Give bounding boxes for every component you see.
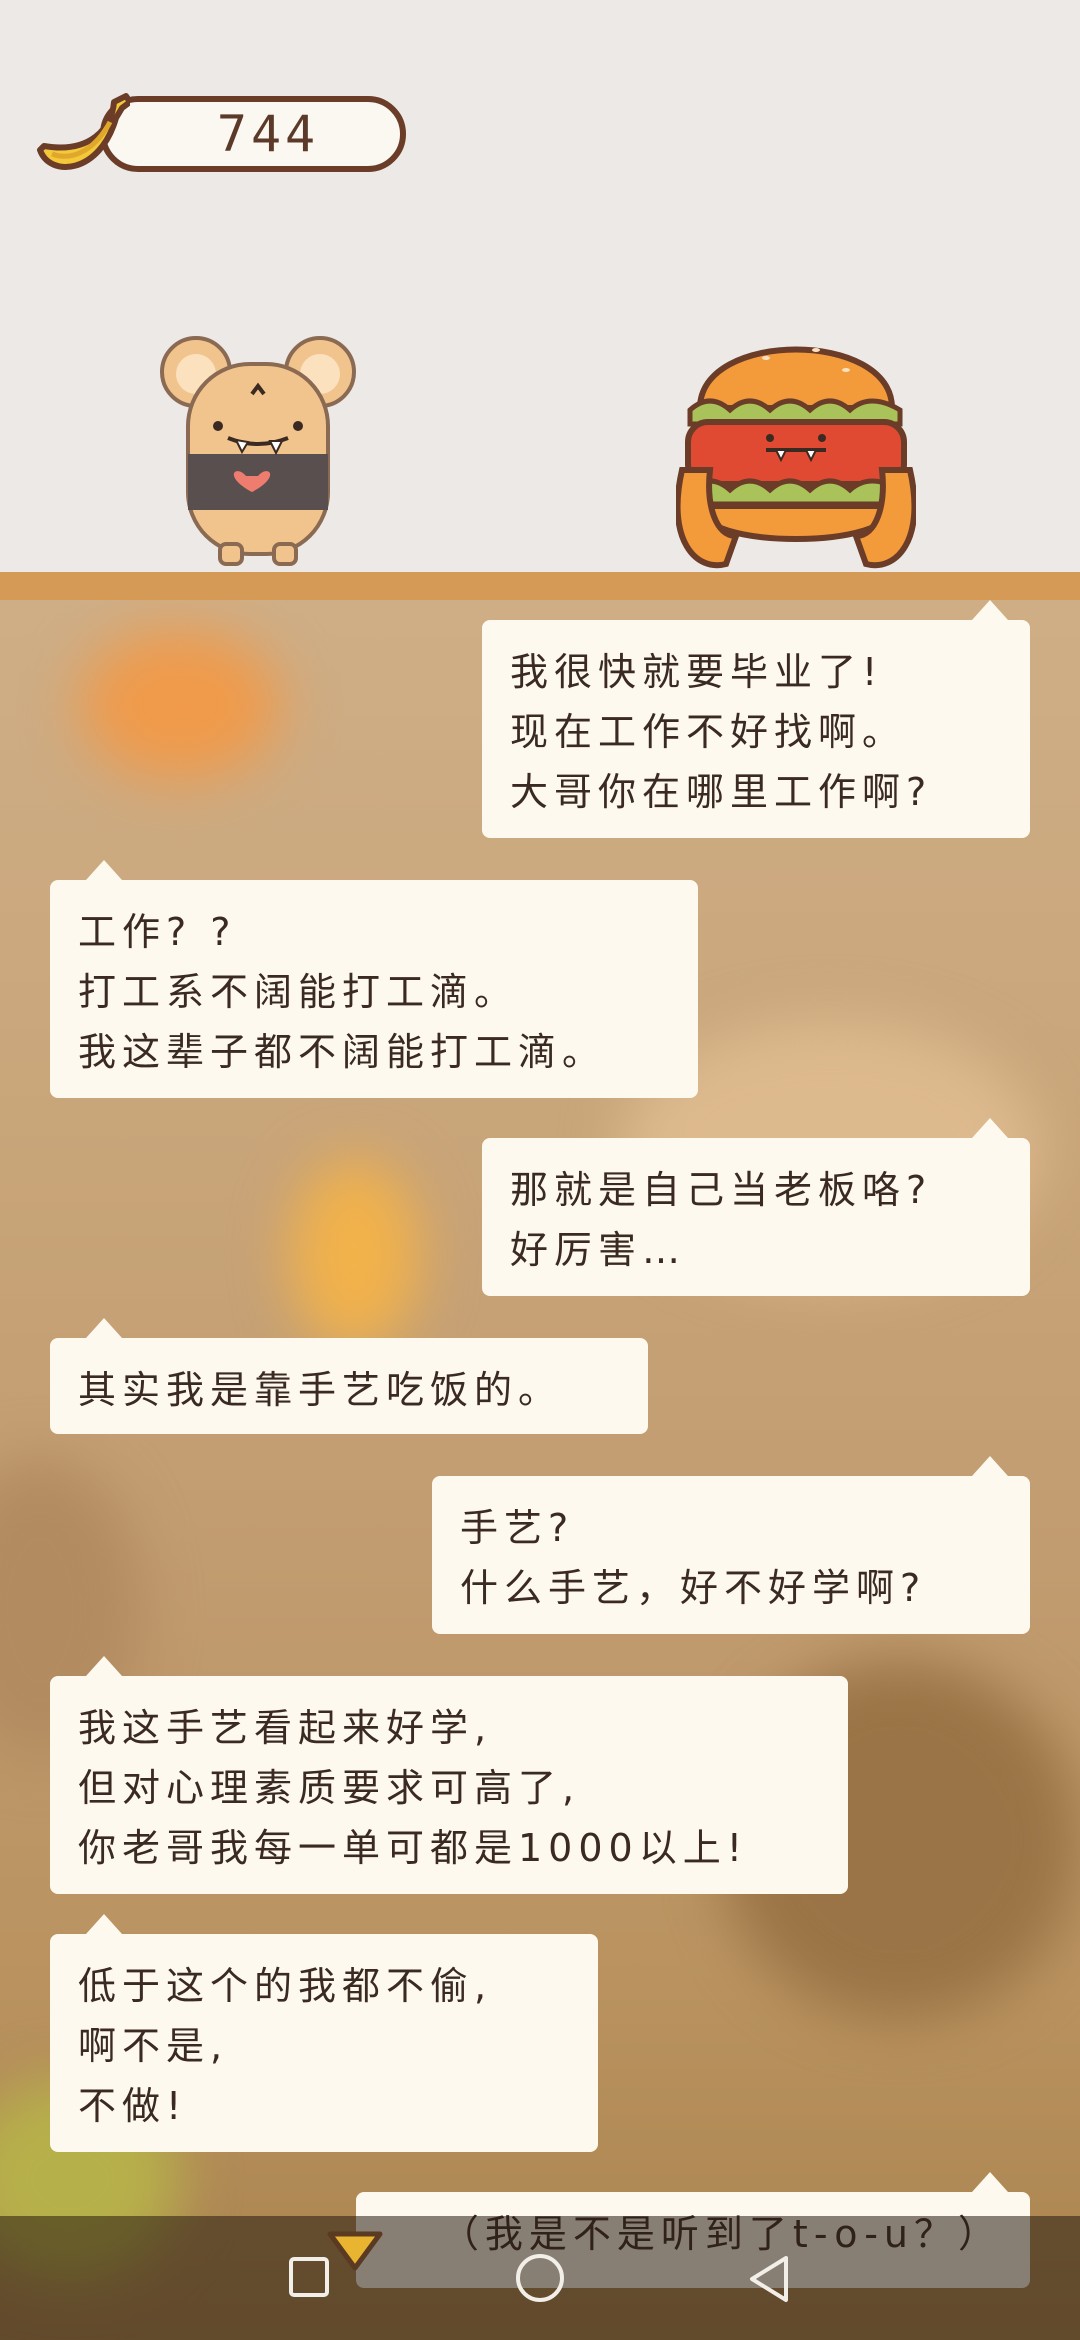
dialogue-line: 但对心理素质要求可高了, xyxy=(78,1766,581,1810)
home-button[interactable] xyxy=(514,2252,566,2304)
banana-count: 744 xyxy=(216,105,320,163)
dialogue-line: 我这辈子都不阔能打工滴。 xyxy=(78,1030,607,1074)
mouse-character xyxy=(160,336,356,566)
continue-arrow-icon[interactable] xyxy=(326,2230,384,2272)
dialogue-line: 我这手艺看起来好学, xyxy=(78,1706,493,1750)
dialogue-line: 我很快就要毕业了! xyxy=(510,650,884,694)
game-stage: 744 xyxy=(0,0,1080,572)
floor-ledge xyxy=(0,572,1080,600)
dialogue-line: 手艺? xyxy=(460,1506,575,1550)
dialogue-line: 打工系不阔能打工滴。 xyxy=(78,970,519,1014)
dialogue-line: 什么手艺，好不好学啊? xyxy=(460,1566,927,1610)
dialogue-line: 其实我是靠手艺吃饭的。 xyxy=(78,1368,563,1412)
dialogue-line: 现在工作不好找啊。 xyxy=(510,710,907,754)
dialogue-line: 那就是自己当老板咯? xyxy=(510,1168,933,1212)
dialogue-line: 低于这个的我都不偷, xyxy=(78,1964,493,2008)
burger-character xyxy=(676,346,916,569)
dialogue-bubble-6: 我这手艺看起来好学, 但对心理素质要求可高了, 你老哥我每一单可都是1000以上… xyxy=(50,1656,848,1894)
dialogue-line: 啊不是, xyxy=(78,2024,229,2068)
dialogue-line: 工作? ? xyxy=(78,910,237,954)
dialogue-line: 好厉害… xyxy=(510,1228,687,1272)
banana-counter: 744 xyxy=(30,88,406,180)
dialogue-line: 你老哥我每一单可都是1000以上! xyxy=(78,1826,748,1870)
dialogue-line: 不做! xyxy=(78,2084,188,2128)
dialogue-line: 大哥你在哪里工作啊? xyxy=(510,770,933,814)
back-button[interactable] xyxy=(746,2254,792,2304)
dialogue-bubble-7: 低于这个的我都不偷, 啊不是, 不做! xyxy=(50,1914,598,2152)
recents-button[interactable] xyxy=(288,2256,330,2298)
banana-icon xyxy=(37,93,130,170)
dialogue-bubble-4: 其实我是靠手艺吃饭的。 xyxy=(50,1318,648,1434)
dialogue-bubble-1: 我很快就要毕业了! 现在工作不好找啊。 大哥你在哪里工作啊? xyxy=(482,600,1030,838)
dialogue-bubble-5: 手艺? 什么手艺，好不好学啊? xyxy=(432,1456,1030,1634)
dialogue-bubble-3: 那就是自己当老板咯? 好厉害… xyxy=(482,1118,1030,1296)
dialogue-bubble-2: 工作? ? 打工系不阔能打工滴。 我这辈子都不阔能打工滴。 xyxy=(50,860,698,1098)
